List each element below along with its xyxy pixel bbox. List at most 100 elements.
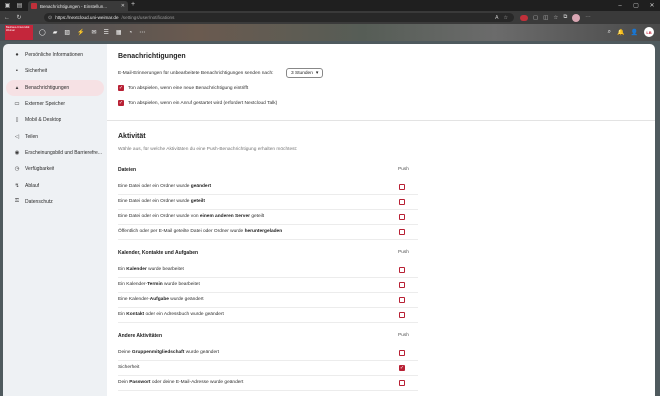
sidebar-item-label: Sicherheit — [25, 68, 48, 75]
push-checkbox[interactable] — [399, 297, 405, 303]
browser-tab[interactable]: Benachrichtigungen - Einstellun... ✕ — [28, 1, 128, 11]
reader-icon[interactable]: ▢ — [533, 15, 538, 21]
address-bar[interactable]: ⊙ https://nextcloud.uni-weimar.de/settin… — [44, 13, 514, 22]
activity-title: Aktivität — [118, 133, 146, 140]
tab-favicon-icon — [31, 3, 37, 9]
push-checkbox[interactable] — [399, 214, 405, 220]
push-checkbox[interactable] — [399, 184, 405, 190]
sidebar-item-security[interactable]: ▪ Sicherheit — [6, 63, 104, 79]
activity-row-label: Eine Datei oder ein Ordner wurde geänder… — [118, 184, 212, 189]
tab-overview-icon[interactable]: ▤ — [15, 1, 24, 10]
sound-call-row[interactable]: ✓ Ton abspielen, wenn ein Anruf gestarte… — [118, 100, 277, 106]
sidebar-item-label: Erscheinungsbild und Barrierefre... — [25, 149, 102, 156]
push-checkbox[interactable] — [399, 380, 405, 386]
clock-icon: ◷ — [14, 166, 20, 173]
favorite-star-icon[interactable]: ☆ — [504, 15, 508, 21]
activity-row: Eine Kalender-Aufgabe wurde geändert — [118, 293, 418, 308]
sidebar-item-mobile-desktop[interactable]: ▯ Mobil & Desktop — [6, 112, 104, 128]
favorites-icon[interactable]: ☆ — [553, 15, 558, 21]
push-checkbox[interactable] — [399, 229, 405, 235]
split-icon[interactable]: ◫ — [543, 15, 548, 21]
url-host: https://nextcloud.uni-weimar.de — [55, 15, 119, 20]
url-path: /settings/user/notifications — [121, 15, 175, 20]
profile-icon[interactable] — [572, 13, 581, 22]
sound-notify-row[interactable]: ✓ Ton abspielen, wenn eine neue Benachri… — [118, 85, 248, 91]
dashboard-icon[interactable]: ◯ — [39, 29, 46, 36]
chevron-down-icon: ▾ — [315, 70, 319, 76]
sidebar-item-sharing[interactable]: ◁ Teilen — [6, 128, 104, 144]
group-heading: Kalender, Kontakte und Aufgaben — [118, 250, 199, 256]
settings-sidebar: ● Persönliche Informationen ▪ Sicherheit ▴… — [3, 44, 107, 396]
push-checkbox[interactable] — [399, 282, 405, 288]
activity-row: Dein Passwort oder deine E-Mail-Adresse … — [118, 376, 418, 391]
new-tab-icon[interactable]: + — [131, 1, 135, 8]
activity-row-label: Öffentlich oder per E-Mail geteilte Date… — [118, 229, 283, 234]
push-checkbox[interactable] — [399, 267, 405, 273]
sidebar-item-flow[interactable]: ↯ Ablauf — [6, 177, 104, 193]
push-checkbox[interactable]: ✓ — [399, 365, 405, 371]
sound-call-checkbox[interactable]: ✓ — [118, 100, 124, 106]
minimize-icon[interactable]: – — [612, 0, 628, 11]
tab-close-icon[interactable]: ✕ — [121, 3, 125, 9]
sound-notify-checkbox[interactable]: ✓ — [118, 85, 124, 91]
sidebar-item-notifications[interactable]: ▴ Benachrichtigungen — [6, 79, 104, 96]
sidebar-item-privacy[interactable]: ⚿ Datenschutz — [6, 194, 104, 210]
section-divider — [107, 120, 655, 121]
browser-toolbar: ← ↻ ⊙ https://nextcloud.uni-weimar.de/se… — [0, 11, 660, 24]
sidebar-item-appearance[interactable]: ◉ Erscheinungsbild und Barrierefre... — [6, 145, 104, 161]
storage-icon: ▭ — [14, 101, 20, 108]
close-window-icon[interactable]: ✕ — [644, 0, 660, 11]
notifications-bell-icon[interactable]: 🔔 — [617, 29, 624, 36]
sidebar-item-label: Datenschutz — [25, 198, 53, 205]
activity-icon[interactable]: ⚡ — [77, 29, 84, 36]
person-icon: ● — [15, 52, 19, 59]
sidebar-item-external-storage[interactable]: ▭ Externer Speicher — [6, 96, 104, 112]
files-icon[interactable]: ▰ — [53, 29, 58, 36]
more-apps-icon[interactable]: ⋯ — [139, 29, 145, 36]
activity-row-label: Dein Passwort oder deine E-Mail-Adresse … — [118, 380, 244, 385]
tab-title: Benachrichtigungen - Einstellun... — [40, 3, 108, 9]
mail-icon[interactable]: ✉ — [92, 29, 97, 36]
talk-icon[interactable]: ◔ — [129, 30, 133, 36]
email-reminder-label: E-Mail-Erinnerungen für unbearbeitete Be… — [118, 71, 274, 76]
sound-notify-label: Ton abspielen, wenn eine neue Benachrich… — [128, 85, 249, 91]
email-reminder-select[interactable]: 3 Stunden ▾ — [286, 68, 324, 78]
extensions-area: ▢ ◫ ☆ ⧉ ⋯ — [520, 11, 591, 24]
contacts-menu-icon[interactable]: 👤 — [631, 29, 638, 36]
sidebar-item-label: Externer Speicher — [25, 101, 66, 108]
collections-icon[interactable]: ⧉ — [563, 14, 567, 21]
university-logo[interactable]: Bauhaus-Universität Weimar — [5, 25, 33, 40]
activity-row-label: Ein Kontakt oder ein Adressbuch wurde ge… — [118, 312, 224, 317]
maximize-icon[interactable]: ▢ — [628, 0, 644, 11]
sidebar-item-label: Benachrichtigungen — [25, 84, 70, 91]
contacts-icon[interactable]: ☰ — [104, 29, 109, 36]
search-icon[interactable]: ⌕ — [608, 29, 611, 36]
flow-icon: ↯ — [14, 182, 20, 189]
extension-badge-icon[interactable] — [520, 14, 528, 21]
sidebar-item-personal-info[interactable]: ● Persönliche Informationen — [6, 47, 104, 63]
push-checkbox[interactable] — [399, 199, 405, 205]
bell-icon: ▴ — [15, 84, 19, 91]
site-info-icon[interactable]: ⊙ — [48, 15, 52, 21]
activity-row: Eine Datei oder ein Ordner wurde geteilt — [118, 195, 418, 210]
push-checkbox[interactable] — [399, 312, 405, 318]
avatar[interactable]: LB — [644, 27, 654, 37]
refresh-icon[interactable]: ↻ — [14, 13, 24, 23]
more-menu-icon[interactable]: ⋯ — [585, 15, 591, 21]
activity-row: Eine Datei oder ein Ordner wurde von ein… — [118, 210, 418, 225]
photos-icon[interactable]: ▨ — [64, 29, 70, 36]
sidebar-item-availability[interactable]: ◷ Verfügbarkeit — [6, 161, 104, 177]
push-column-header: Push — [398, 250, 409, 255]
read-aloud-icon[interactable]: A — [495, 15, 498, 21]
back-icon[interactable]: ← — [2, 13, 12, 23]
activity-description: Wähle aus, für welche Aktivitäten du ein… — [118, 147, 298, 152]
calendar-icon[interactable]: ▦ — [116, 29, 122, 36]
activity-row-label: Deine Gruppenmitgliedschaft wurde geände… — [118, 350, 220, 355]
push-column-header: Push — [398, 167, 409, 172]
activity-row-label: Eine Kalender-Aufgabe wurde geändert — [118, 297, 204, 302]
push-checkbox[interactable] — [399, 350, 405, 356]
browser-menu-icon[interactable]: ▣ — [3, 1, 12, 10]
settings-content: Benachrichtigungen E-Mail-Erinnerungen f… — [107, 44, 655, 396]
palette-icon: ◉ — [14, 149, 20, 156]
phone-icon: ▯ — [15, 117, 19, 124]
